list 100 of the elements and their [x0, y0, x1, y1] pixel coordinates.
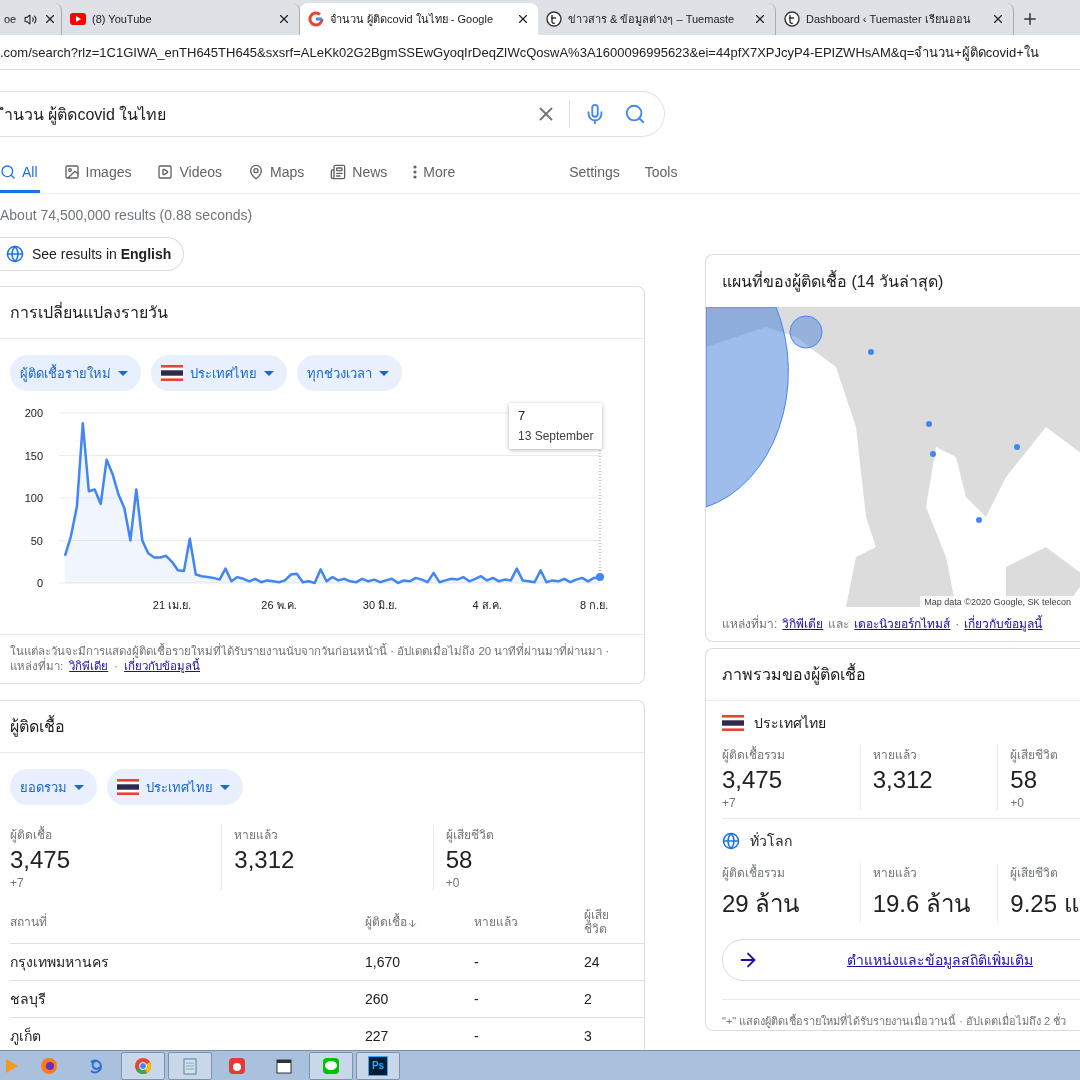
tooltip-date: 13 September	[518, 429, 594, 443]
search-tab[interactable]: News	[330, 153, 390, 193]
taskbar-button[interactable]: Ps	[356, 1051, 400, 1080]
table-cell-text: ภูเก็ต	[10, 1026, 42, 1047]
stat-delta: +0	[1010, 796, 1025, 810]
dropdown-caret-icon	[74, 784, 84, 790]
y-tick-label: 150	[24, 449, 43, 462]
stat-label: ผู้ติดเชื้อ	[10, 825, 53, 844]
stat-value: 58	[445, 846, 474, 874]
thai-flag-icon	[161, 365, 183, 381]
table-cell-text: 227	[365, 1028, 390, 1044]
column-header[interactable]: หายแล้ว	[474, 914, 584, 929]
table-cell-text: -	[474, 991, 480, 1007]
stat-label: ผู้เสียชีวิต	[445, 827, 495, 844]
tooltip-value: 7	[518, 408, 527, 423]
stat-label: หายแล้ว	[234, 827, 280, 844]
source-label: แหล่งที่มา:	[10, 659, 64, 674]
table-cell-text: กรุงเทพมหานคร	[10, 953, 110, 973]
table-cell-text: 260	[365, 991, 390, 1007]
stat-delta: +7	[722, 796, 737, 810]
newspaper-icon	[330, 163, 347, 180]
search-tool-link[interactable]: Tools	[644, 153, 678, 193]
search-tab[interactable]: All	[0, 153, 40, 193]
map-attribution: Map data ©2020 Google, SK telecon	[920, 596, 1075, 608]
close-icon[interactable]	[991, 12, 1005, 26]
column-header[interactable]: ผู้เสีย ชีวิต	[584, 907, 620, 936]
stat-value: 3,475	[10, 846, 72, 874]
close-icon[interactable]	[277, 12, 291, 26]
dropdown-caret-icon	[379, 370, 389, 376]
y-tick-label: 100	[24, 492, 43, 504]
y-tick-label: 50	[30, 534, 43, 547]
source-link[interactable]: เกี่ยวกับข้อมูลนี้	[964, 614, 1043, 633]
card-title: แผนที่ของผู้ติดเชื้อ (14 วันล่าสุด)	[721, 269, 945, 294]
search-tab[interactable]: Videos	[157, 153, 225, 193]
chart-note: ในแต่ละวันจะมีการแสดงผู้ติดเชื้อรายใหม่ที่ได้รับรายงานนับจากวันก่อนหน้านี้ · อัปเดตเมื่อไม่ถึง 20 นาทีที่ผ่านมาที่ผ่านมา ·	[10, 644, 610, 658]
fox-globe-icon	[40, 1056, 58, 1075]
play-logo-icon	[70, 13, 86, 25]
filter-chip[interactable]: ยอดรวม	[10, 769, 97, 805]
stat-label: ผู้เสียชีวิต	[1010, 865, 1060, 882]
search-tool-link[interactable]: Settings	[569, 153, 620, 193]
photoshop-logo-icon: Ps	[368, 1055, 388, 1076]
globe-icon	[6, 245, 24, 263]
stat-value: 19.6 ล้าน	[872, 889, 972, 919]
play-icon	[157, 163, 174, 180]
search-tab[interactable]: Maps	[248, 153, 307, 193]
footnote: "+" แสดงผู้ติดเชื้อรายใหม่ที่ได้รับรายงานเมื่อวานนี้ · อัปเดตเมื่อไม่ถึง 2 ชั่ว	[722, 999, 1080, 1030]
dropdown-caret-icon	[220, 784, 230, 790]
close-icon[interactable]	[753, 12, 767, 26]
stat-value: 29 ล้าน	[722, 889, 801, 919]
plus-icon	[1021, 10, 1039, 28]
region-name: ทั่วโลก	[750, 831, 792, 851]
dropdown-caret-icon	[264, 370, 274, 376]
stat-value: 3,312	[234, 846, 296, 874]
separator-dot: ·	[114, 659, 119, 674]
y-tick-label: 0	[36, 577, 43, 589]
stat-value: 3,312	[872, 766, 934, 794]
source-link[interactable]: เดอะนิวยอร์กไทมส์	[854, 614, 951, 633]
x-tick-label: 8 ก.ย.	[579, 599, 609, 611]
table-cell-text: 3	[584, 1028, 593, 1044]
image-icon	[63, 163, 80, 180]
close-icon[interactable]	[43, 12, 57, 26]
region-name: ประเทศไทย	[754, 714, 826, 733]
filter-chip[interactable]: ประเทศไทย	[151, 355, 287, 391]
filter-chip[interactable]: ผู้ติดเชื้อรายใหม่	[10, 355, 141, 391]
separator-dot: ·	[955, 616, 960, 631]
sort-arrow-icon	[407, 917, 418, 929]
record-icon	[228, 1056, 246, 1075]
search-icon[interactable]	[624, 103, 646, 125]
colored-ring-icon	[308, 11, 324, 27]
source-link[interactable]: เกี่ยวกับข้อมูลนี้	[124, 659, 201, 674]
stat-label: หายแล้ว	[872, 747, 918, 764]
language-chip[interactable]: See results in English	[0, 237, 185, 271]
x-tick-label: 30 มิ.ย.	[362, 599, 398, 611]
point-marker	[596, 573, 604, 582]
speaker-icon	[24, 12, 37, 26]
dropdown-caret-icon	[118, 370, 128, 376]
thai-flag-icon	[722, 715, 744, 731]
table-cell-text: -	[474, 954, 480, 970]
browser-tab[interactable]: จำนวน ผู้ติดcovid ในไทย - Google	[300, 3, 538, 35]
close-icon[interactable]	[516, 12, 530, 26]
stat-label: ผู้ติดเชื้อรวม	[722, 863, 786, 882]
column-header[interactable]: ผู้ติดเชื้อ	[365, 914, 474, 929]
map-pin-icon	[248, 163, 265, 180]
source-link[interactable]: วิกิพีเดีย	[69, 659, 109, 674]
result-stats: About 74,500,000 results (0.88 seconds)	[0, 207, 254, 223]
filter-chip[interactable]: ประเทศไทย	[107, 769, 243, 805]
table-cell-text: 1,670	[365, 954, 402, 970]
more-icon	[413, 164, 418, 179]
table-cell-text: -	[474, 1028, 480, 1044]
search-tab[interactable]: Images	[63, 153, 134, 193]
search-tab[interactable]: More	[413, 153, 458, 193]
column-header[interactable]: สถานที่	[10, 914, 365, 929]
circle-logo-icon	[784, 11, 800, 27]
calendar-icon	[275, 1056, 293, 1075]
table-cell-text: 2	[584, 991, 593, 1007]
y-tick-label: 200	[24, 407, 43, 419]
filter-chip[interactable]: ทุกช่วงเวลา	[297, 355, 402, 391]
x-tick-label: 21 เม.ย.	[152, 599, 192, 611]
stat-value: 3,475	[722, 766, 784, 794]
source-link[interactable]: วิกิพีเดีย	[782, 614, 824, 633]
